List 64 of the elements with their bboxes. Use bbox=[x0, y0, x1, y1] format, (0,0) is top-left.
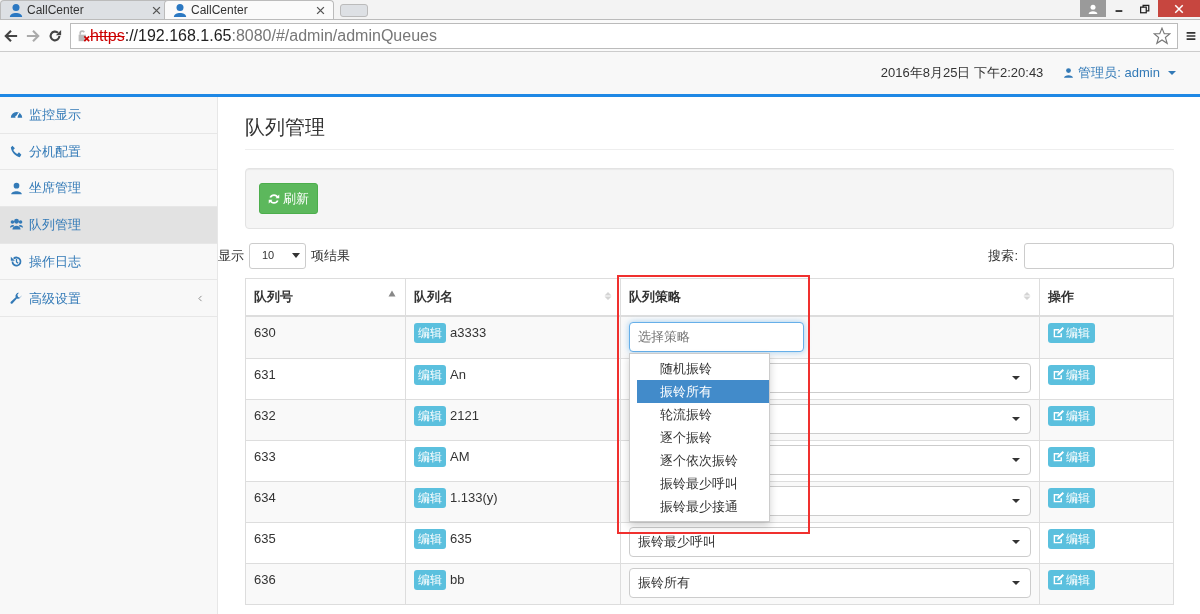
queue-name: 2121 bbox=[450, 407, 479, 423]
queue-name: bb bbox=[450, 571, 465, 587]
strategy-select[interactable]: 振铃最少呼叫 bbox=[629, 526, 1031, 557]
user-icon bbox=[1088, 3, 1098, 14]
star-icon[interactable] bbox=[1153, 26, 1171, 45]
edit-icon bbox=[1053, 327, 1064, 338]
strategy-search-field[interactable]: 选择策略 bbox=[629, 321, 804, 352]
table-cell: 634 bbox=[245, 481, 406, 522]
close-icon[interactable] bbox=[316, 5, 325, 15]
strategy-select[interactable]: 振铃所有 bbox=[629, 567, 1031, 598]
queue-name: An bbox=[450, 366, 466, 382]
column-header[interactable]: 队列号 bbox=[245, 278, 406, 316]
edit-icon bbox=[1053, 410, 1064, 421]
show-label: 显示 bbox=[218, 246, 244, 265]
dropdown-option[interactable]: 振铃最少接通 bbox=[637, 494, 769, 518]
dropdown-option[interactable]: 振铃所有 bbox=[637, 379, 769, 403]
date-time: 2016年8月25日 下午2:20:43 bbox=[880, 64, 1044, 83]
page-length-select[interactable]: 10 bbox=[249, 242, 306, 269]
wrench-icon bbox=[10, 291, 23, 305]
browser-tab[interactable]: CallCenter bbox=[164, 0, 334, 19]
close-icon[interactable] bbox=[152, 5, 161, 15]
user-icon bbox=[10, 181, 23, 195]
refresh-icon bbox=[268, 192, 280, 205]
phone-icon bbox=[10, 145, 23, 159]
table-cell: 630 bbox=[245, 315, 406, 358]
user-icon bbox=[1063, 67, 1075, 79]
search-field[interactable] bbox=[1024, 242, 1174, 269]
edit-icon bbox=[1053, 492, 1064, 503]
column-header[interactable]: 队列策略 bbox=[620, 278, 1040, 316]
dropdown-option[interactable]: 振铃最少呼叫 bbox=[637, 471, 769, 495]
back-arrow-icon[interactable] bbox=[4, 28, 18, 43]
history-icon bbox=[10, 255, 23, 269]
users-icon bbox=[10, 218, 23, 232]
sidebar-item[interactable]: 队列管理 bbox=[0, 207, 217, 244]
forward-arrow-icon[interactable] bbox=[26, 28, 40, 43]
queue-name: 1.133(y) bbox=[450, 489, 498, 505]
queue-name: 635 bbox=[450, 530, 472, 546]
dropdown-option[interactable]: 随机振铃 bbox=[637, 356, 769, 380]
column-header: 操作 bbox=[1039, 278, 1174, 316]
page-title: 队列管理 bbox=[245, 115, 1174, 150]
queue-name: AM bbox=[450, 448, 470, 464]
url-text: https://192.168.1.65:8080/#/admin/adminQueues bbox=[90, 25, 437, 46]
address-field[interactable]: https://192.168.1.65:8080/#/admin/adminQueues bbox=[70, 22, 1178, 49]
column-header[interactable]: 队列名 bbox=[405, 278, 621, 316]
edit-icon bbox=[1053, 451, 1064, 462]
table-cell: 636 bbox=[245, 563, 406, 604]
restore-icon[interactable] bbox=[1140, 3, 1150, 14]
table-cell: 633 bbox=[245, 440, 406, 481]
edit-icon bbox=[1053, 533, 1064, 544]
results-label: 项结果 bbox=[311, 246, 350, 265]
dropdown-option[interactable]: 逐个振铃 bbox=[637, 425, 769, 449]
table-cell: 631 bbox=[245, 358, 406, 399]
user-menu[interactable]: 管理员: admin bbox=[1063, 63, 1176, 83]
dropdown-option[interactable]: 轮流振铃 bbox=[637, 402, 769, 426]
table-cell: 635 bbox=[245, 522, 406, 563]
table-cell: 632 bbox=[245, 399, 406, 440]
reload-icon[interactable] bbox=[48, 28, 62, 43]
search-label: 搜索: bbox=[988, 246, 1018, 265]
edit-icon bbox=[1053, 369, 1064, 380]
queue-name: a3333 bbox=[450, 324, 487, 340]
refresh-button[interactable]: 刷新 bbox=[259, 182, 318, 215]
dropdown-option[interactable]: 逐个依次振铃 bbox=[637, 448, 769, 472]
profile-button[interactable] bbox=[1080, 0, 1106, 17]
edit-icon bbox=[1053, 574, 1064, 585]
